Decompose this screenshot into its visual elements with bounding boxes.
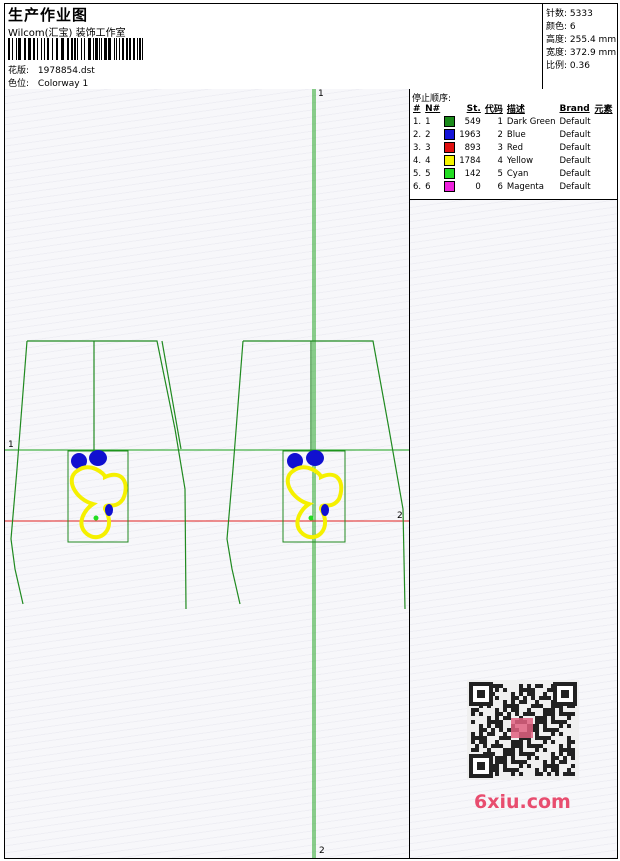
row-element	[593, 115, 615, 128]
color-row: 3. 3 893 3 Red Default	[411, 141, 615, 154]
color-row: 5. 5 142 5 Cyan Default	[411, 167, 615, 180]
swatch	[442, 128, 457, 141]
colorway-label: 色位:	[8, 79, 30, 89]
row-desc: Magenta	[506, 181, 544, 192]
embroidery-preview	[5, 89, 409, 858]
color-row: 2. 2 1963 2 Blue Default	[411, 128, 615, 141]
row-desc: Yellow	[506, 155, 534, 166]
page-title: 生产作业图	[8, 6, 89, 24]
row-stitches: 1784	[459, 155, 481, 166]
row-n: 1	[425, 116, 431, 127]
stat-height: 高度: 255.4 mm	[546, 35, 617, 45]
row-num: 1.	[413, 116, 422, 127]
row-num: 2.	[413, 129, 422, 140]
design-line: 花版: 1978854.dst	[8, 63, 95, 76]
color-table: # N# St. 代码 描述 Brand 元素 1. 1 549 1 Dark Gree…	[411, 102, 615, 193]
color-swatch	[444, 116, 456, 127]
row-element	[593, 154, 615, 167]
design-canvas: 1 1 2 2	[5, 89, 410, 858]
row-n: 6	[425, 181, 431, 192]
col-code: 代码	[484, 105, 503, 115]
row-brand: Default	[559, 168, 591, 179]
swatch	[442, 115, 457, 128]
row-code: 4	[497, 155, 503, 166]
col-st: St.	[466, 103, 481, 114]
left-garment-outline	[10, 340, 187, 610]
colorway-line: 色位: Colorway 1	[8, 76, 88, 89]
watermark-text: 6xiu.com	[474, 791, 571, 813]
stat-width: 宽度: 372.9 mm	[546, 48, 617, 58]
design-label: 花版:	[8, 66, 30, 76]
row-stitches: 549	[464, 116, 481, 127]
left-motif	[67, 450, 129, 543]
qr-code	[467, 680, 579, 780]
color-row: 1. 1 549 1 Dark Green Default	[411, 115, 615, 128]
row-stitches: 1963	[459, 129, 481, 140]
col-swatch	[442, 102, 457, 115]
color-row: 6. 6 0 6 Magenta Default	[411, 180, 615, 193]
row-brand: Default	[559, 116, 591, 127]
col-num: #	[413, 103, 421, 114]
row-desc: Red	[506, 142, 524, 153]
stats-panel: 针数: 5333 颜色: 6 高度: 255.4 mm 宽度: 372.9 mm…	[542, 4, 618, 89]
row-n: 5	[425, 168, 431, 179]
studio-subtitle: Wilcom(汇宝) 装饰工作室	[8, 28, 126, 39]
row-code: 6	[497, 181, 503, 192]
colorway-value: Colorway 1	[37, 79, 89, 89]
marker-right: 2	[397, 511, 403, 521]
col-n: N#	[425, 103, 441, 114]
swatch	[442, 167, 457, 180]
row-brand: Default	[559, 129, 591, 140]
row-stitches: 893	[464, 142, 481, 153]
right-motif	[282, 450, 346, 543]
barcode	[8, 38, 143, 60]
marker-left: 1	[8, 440, 14, 450]
row-code: 2	[497, 129, 503, 140]
row-code: 3	[497, 142, 503, 153]
row-n: 4	[425, 155, 431, 166]
swatch	[442, 154, 457, 167]
marker-top: 1	[318, 89, 324, 99]
color-row: 4. 4 1784 4 Yellow Default	[411, 154, 615, 167]
row-n: 3	[425, 142, 431, 153]
swatch	[442, 180, 457, 193]
row-stitches: 142	[464, 168, 481, 179]
stat-stitches: 针数: 5333	[546, 9, 593, 19]
row-code: 5	[497, 168, 503, 179]
right-garment-outline	[226, 340, 406, 610]
stat-scale: 比例: 0.36	[546, 61, 590, 71]
row-desc: Blue	[506, 129, 526, 140]
row-element	[593, 167, 615, 180]
row-desc: Cyan	[506, 168, 529, 179]
col-brand: Brand	[559, 103, 590, 114]
color-swatch	[444, 181, 456, 192]
color-swatch	[444, 168, 456, 179]
row-code: 1	[497, 116, 503, 127]
row-num: 3.	[413, 142, 422, 153]
color-swatch	[444, 142, 456, 153]
row-brand: Default	[559, 155, 591, 166]
row-stitches: 0	[475, 181, 481, 192]
row-brand: Default	[559, 142, 591, 153]
design-value: 1978854.dst	[37, 66, 95, 76]
color-swatch	[444, 129, 456, 140]
color-swatch	[444, 155, 456, 166]
row-element	[593, 141, 615, 154]
stat-colors: 颜色: 6	[546, 22, 576, 32]
row-num: 5.	[413, 168, 422, 179]
col-desc: 描述	[506, 105, 525, 115]
row-element	[593, 128, 615, 141]
row-brand: Default	[559, 181, 591, 192]
row-desc: Dark Green	[506, 116, 556, 127]
col-element: 元素	[594, 105, 613, 115]
row-element	[593, 180, 615, 193]
swatch	[442, 141, 457, 154]
marker-bottom: 2	[319, 846, 325, 856]
header: 生产作业图 Wilcom(汇宝) 装饰工作室 花版: 1978854.dst 色…	[5, 4, 617, 90]
stop-sequence-panel: 停止顺序: # N# St. 代码 描述 Brand 元素 1. 1 549 1 Dar…	[410, 89, 617, 200]
color-table-header: # N# St. 代码 描述 Brand 元素	[411, 102, 615, 116]
row-num: 4.	[413, 155, 422, 166]
row-n: 2	[425, 129, 431, 140]
row-num: 6.	[413, 181, 422, 192]
